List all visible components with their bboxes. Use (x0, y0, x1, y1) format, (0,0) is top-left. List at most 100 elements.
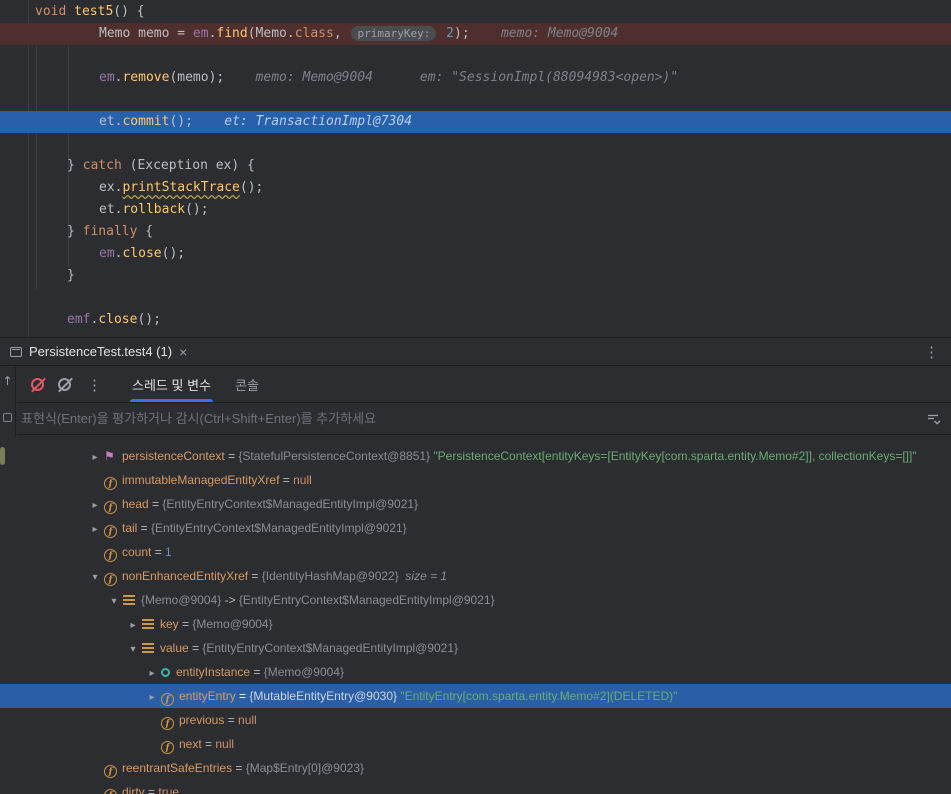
variable-value: "PersistenceContext[entityKeys=[EntityKe… (433, 449, 917, 463)
debugger-panel: ↑ ⋮ 스레드 및 변수 콘솔 표현식(Enter)을 평가하거나 감시(Ctr… (0, 367, 951, 794)
code-line[interactable] (0, 45, 951, 67)
variable-name: head (122, 497, 149, 511)
chevron-collapsed-icon[interactable]: ▸ (86, 494, 104, 518)
parameter-name-hint: primaryKey: (351, 26, 437, 41)
code-line[interactable]: } finally { (0, 221, 951, 243)
mute-breakpoints-icon[interactable] (31, 378, 44, 391)
expand-editor-icon[interactable] (925, 411, 941, 427)
variable-value: = (144, 785, 159, 794)
variable-value: = (148, 497, 163, 511)
variable-value: = (201, 737, 216, 751)
chevron-collapsed-icon[interactable]: ▸ (86, 446, 104, 470)
code-token: (); (137, 312, 161, 327)
close-tab-icon[interactable]: × (179, 345, 187, 359)
variable-row[interactable]: ▸ entityInstance = {Memo@9004} (0, 660, 951, 684)
variable-row[interactable]: ▸ f tail = {EntityEntryContext$ManagedEnti… (0, 516, 951, 540)
code-token: remove (122, 70, 170, 85)
code-token: } (67, 224, 83, 239)
variable-row[interactable]: f immutableManagedEntityXref = null (0, 468, 951, 492)
variable-value: {Map$Entry[0]@9023} (245, 761, 365, 775)
code-line[interactable]: } (0, 265, 951, 287)
toolbar-more-icon[interactable]: ⋮ (87, 376, 102, 394)
field-icon: f (104, 525, 117, 538)
chevron-collapsed-icon[interactable]: ▸ (124, 614, 142, 638)
code-line[interactable] (0, 133, 951, 155)
variable-value: null (293, 473, 312, 487)
variable-value: {MutableEntityEntry@9030} (249, 689, 401, 703)
code-line[interactable]: emf.close(); (0, 309, 951, 331)
code-token: close (98, 312, 138, 327)
code-token: (); (185, 202, 209, 217)
code-line[interactable] (0, 89, 951, 111)
code-token: 2 (446, 26, 454, 41)
variable-row[interactable]: ▸ ⚑ persistenceContext = {StatefulPersiste… (0, 444, 951, 468)
variable-row[interactable]: ▾ value = {EntityEntryContext$ManagedEnti… (0, 636, 951, 660)
variable-row[interactable]: ▸ f head = {EntityEntryContext$ManagedEnti… (0, 492, 951, 516)
tab-threads-variables[interactable]: 스레드 및 변수 (120, 367, 223, 402)
chevron-collapsed-icon[interactable]: ▸ (86, 518, 104, 542)
chevron-collapsed-icon[interactable]: ▸ (143, 686, 161, 710)
variable-row[interactable]: fdirty = true (0, 780, 951, 794)
debugger-left-toolbar: ↑ (0, 367, 16, 437)
chevron-expanded-icon[interactable]: ▾ (124, 638, 142, 662)
variable-row[interactable]: ▾ f nonEnhancedEntityXref = {IdentityHashM… (0, 564, 951, 588)
variables-tree: ▸ ⚑ persistenceContext = {StatefulPersiste… (0, 438, 951, 794)
code-token: , (333, 26, 350, 41)
code-token: () { (113, 4, 145, 19)
crossed-circle-icon[interactable] (58, 378, 71, 391)
field-icon: f (161, 693, 174, 706)
variable-value: = (224, 449, 239, 463)
variable-value: = (178, 617, 193, 631)
chevron-expanded-icon[interactable]: ▾ (86, 566, 104, 590)
code-token: (memo); (169, 70, 225, 85)
code-line[interactable]: em.remove(memo); memo: Memo@9004 em: "Se… (0, 67, 951, 89)
variable-row[interactable]: f count = 1 (0, 540, 951, 564)
up-arrow-icon[interactable]: ↑ (2, 375, 12, 387)
code-token: em (192, 26, 209, 41)
variable-name: value (160, 641, 189, 655)
code-line[interactable] (0, 287, 951, 309)
code-token: catch (82, 158, 122, 173)
variable-name: previous (179, 713, 225, 727)
code-token: (Exception ex) { (121, 158, 255, 173)
code-line[interactable]: ex.printStackTrace(); (0, 177, 951, 199)
code-line[interactable]: void test5() { (0, 1, 951, 23)
code-line[interactable]: } catch (Exception ex) { (0, 155, 951, 177)
more-options-icon[interactable]: ⋮ (924, 343, 939, 361)
evaluate-input[interactable] (21, 411, 925, 426)
variable-row[interactable]: f next = null (0, 732, 951, 756)
square-icon[interactable] (3, 413, 12, 422)
code-line[interactable]: em.close(); (0, 243, 951, 265)
code-line[interactable]: et.rollback(); (0, 199, 951, 221)
code-token: Memo memo = (99, 26, 193, 41)
gutter-marker (0, 447, 5, 465)
debug-session-tab[interactable]: PersistenceTest.test4 (1) × (0, 338, 197, 365)
flag-icon: ⚑ (104, 449, 115, 463)
variable-value: {StatefulPersistenceContext@8851} (238, 449, 434, 463)
variable-value: = (248, 569, 262, 583)
variable-row[interactable]: f reentrantSafeEntries = {Map$Entry[0]@90… (0, 756, 951, 780)
field-icon: f (161, 741, 174, 754)
variable-row[interactable]: f previous = null (0, 708, 951, 732)
variable-value: = (151, 545, 166, 559)
code-token: void (35, 4, 75, 19)
breakpoint-line[interactable]: Memo memo = em.find(Memo.class, primaryK… (0, 23, 951, 45)
chevron-collapsed-icon[interactable]: ▸ (143, 662, 161, 686)
variable-row[interactable]: ▾ {Memo@9004} -> {EntityEntryContext$Mana… (0, 588, 951, 612)
tab-console[interactable]: 콘솔 (223, 367, 271, 402)
variable-value: = (224, 713, 239, 727)
code-token: commit (122, 114, 170, 129)
debugger-tabs: 스레드 및 변수 콘솔 (120, 367, 271, 402)
field-icon: f (104, 501, 117, 514)
evaluate-expression-bar (17, 403, 951, 435)
execution-line[interactable]: et.commit(); et: TransactionImpl@7304 (0, 111, 951, 133)
code-token: find (216, 26, 248, 41)
variable-name: next (179, 737, 202, 751)
variable-row[interactable]: ▸ key = {Memo@9004} (0, 612, 951, 636)
tab-label: 콘솔 (234, 378, 259, 393)
variable-row[interactable]: ▸ f entityEntry = {MutableEntityEntry@9030… (0, 684, 951, 708)
entry-icon (142, 643, 154, 653)
variable-value: size = 1 (402, 569, 448, 583)
chevron-expanded-icon[interactable]: ▾ (105, 590, 123, 614)
variable-name: immutableManagedEntityXref (122, 473, 280, 487)
